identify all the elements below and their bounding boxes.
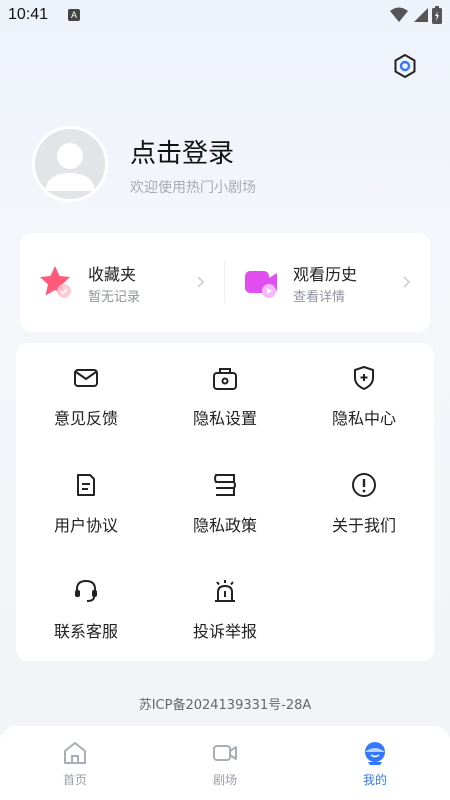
- icp-record: 苏ICP备2024139331号-28A: [138, 698, 312, 713]
- login-title[interactable]: 点击登录: [130, 133, 234, 170]
- tab-mine[interactable]: 我的: [300, 726, 450, 800]
- quick-access-card: 收藏夹 暂无记录 观看历史 查看详情: [20, 233, 430, 332]
- signal-icon: [414, 8, 428, 22]
- tab-label: 我的: [362, 773, 387, 787]
- info-exclamation-icon: [352, 473, 376, 497]
- menu-item-about-us[interactable]: 关于我们: [294, 450, 434, 540]
- default-avatar-icon: [45, 143, 95, 191]
- favorites-subtitle: 暂无记录: [88, 290, 141, 305]
- profile-mascot-icon: [365, 742, 385, 765]
- alarm-icon: [215, 580, 235, 602]
- favorites-item[interactable]: 收藏夹 暂无记录: [20, 233, 224, 332]
- chevron-right-icon: [197, 276, 205, 288]
- avatar[interactable]: [32, 126, 108, 202]
- menu-item-feedback[interactable]: 意见反馈: [16, 343, 156, 433]
- menu-label: 隐私设置: [192, 409, 257, 428]
- menu-label: 联系客服: [53, 622, 118, 641]
- menu-item-privacy-settings[interactable]: 隐私设置: [155, 343, 295, 433]
- system-icons: [390, 6, 442, 24]
- menu-label: 意见反馈: [53, 409, 118, 428]
- notification-badge: A: [68, 9, 80, 21]
- menu-item-customer-service[interactable]: 联系客服: [16, 556, 156, 646]
- favorites-title: 收藏夹: [88, 265, 137, 284]
- menu-item-privacy-policy[interactable]: 隐私政策: [155, 450, 295, 540]
- tab-label: 剧场: [212, 773, 237, 787]
- tab-label: 首页: [62, 773, 87, 787]
- star-icon: [40, 266, 71, 298]
- status-bar: 10:41 A: [0, 0, 450, 32]
- policy-icon: [214, 474, 236, 496]
- document-icon: [77, 474, 95, 496]
- battery-icon: [432, 6, 442, 24]
- menu-label: 投诉举报: [192, 622, 257, 641]
- mail-icon: [74, 369, 98, 387]
- video-icon: [213, 745, 237, 761]
- shield-plus-icon: [354, 366, 374, 390]
- tab-theater[interactable]: 剧场: [150, 726, 300, 800]
- history-title: 观看历史: [293, 265, 358, 284]
- chevron-right-icon: [403, 276, 411, 288]
- menu-label: 关于我们: [331, 516, 396, 535]
- bottom-tab-bar: 首页 剧场 我的: [0, 726, 450, 800]
- video-camera-icon: [245, 271, 277, 298]
- menu-label: 隐私政策: [192, 516, 257, 535]
- home-icon: [64, 742, 86, 764]
- lock-bag-icon: [213, 368, 237, 390]
- menu-item-report[interactable]: 投诉举报: [155, 556, 295, 646]
- menu-item-privacy-center[interactable]: 隐私中心: [294, 343, 434, 433]
- status-time: 10:41: [8, 6, 49, 23]
- wifi-icon: [390, 7, 408, 22]
- hexagon-settings-icon[interactable]: [392, 53, 418, 79]
- menu-item-user-agreement[interactable]: 用户协议: [16, 450, 156, 540]
- menu-label: 隐私中心: [331, 409, 396, 428]
- menu-card: 意见反馈 隐私设置 隐私中心 用户协议 隐私政策 关于我们 联系客服 投诉举报: [16, 343, 434, 661]
- menu-label: 用户协议: [53, 516, 118, 535]
- headset-icon: [75, 579, 97, 602]
- tab-home[interactable]: 首页: [0, 726, 150, 800]
- history-subtitle: 查看详情: [293, 290, 346, 305]
- login-subtitle: 欢迎使用热门小剧场: [130, 180, 256, 196]
- history-item[interactable]: 观看历史 查看详情: [225, 233, 430, 332]
